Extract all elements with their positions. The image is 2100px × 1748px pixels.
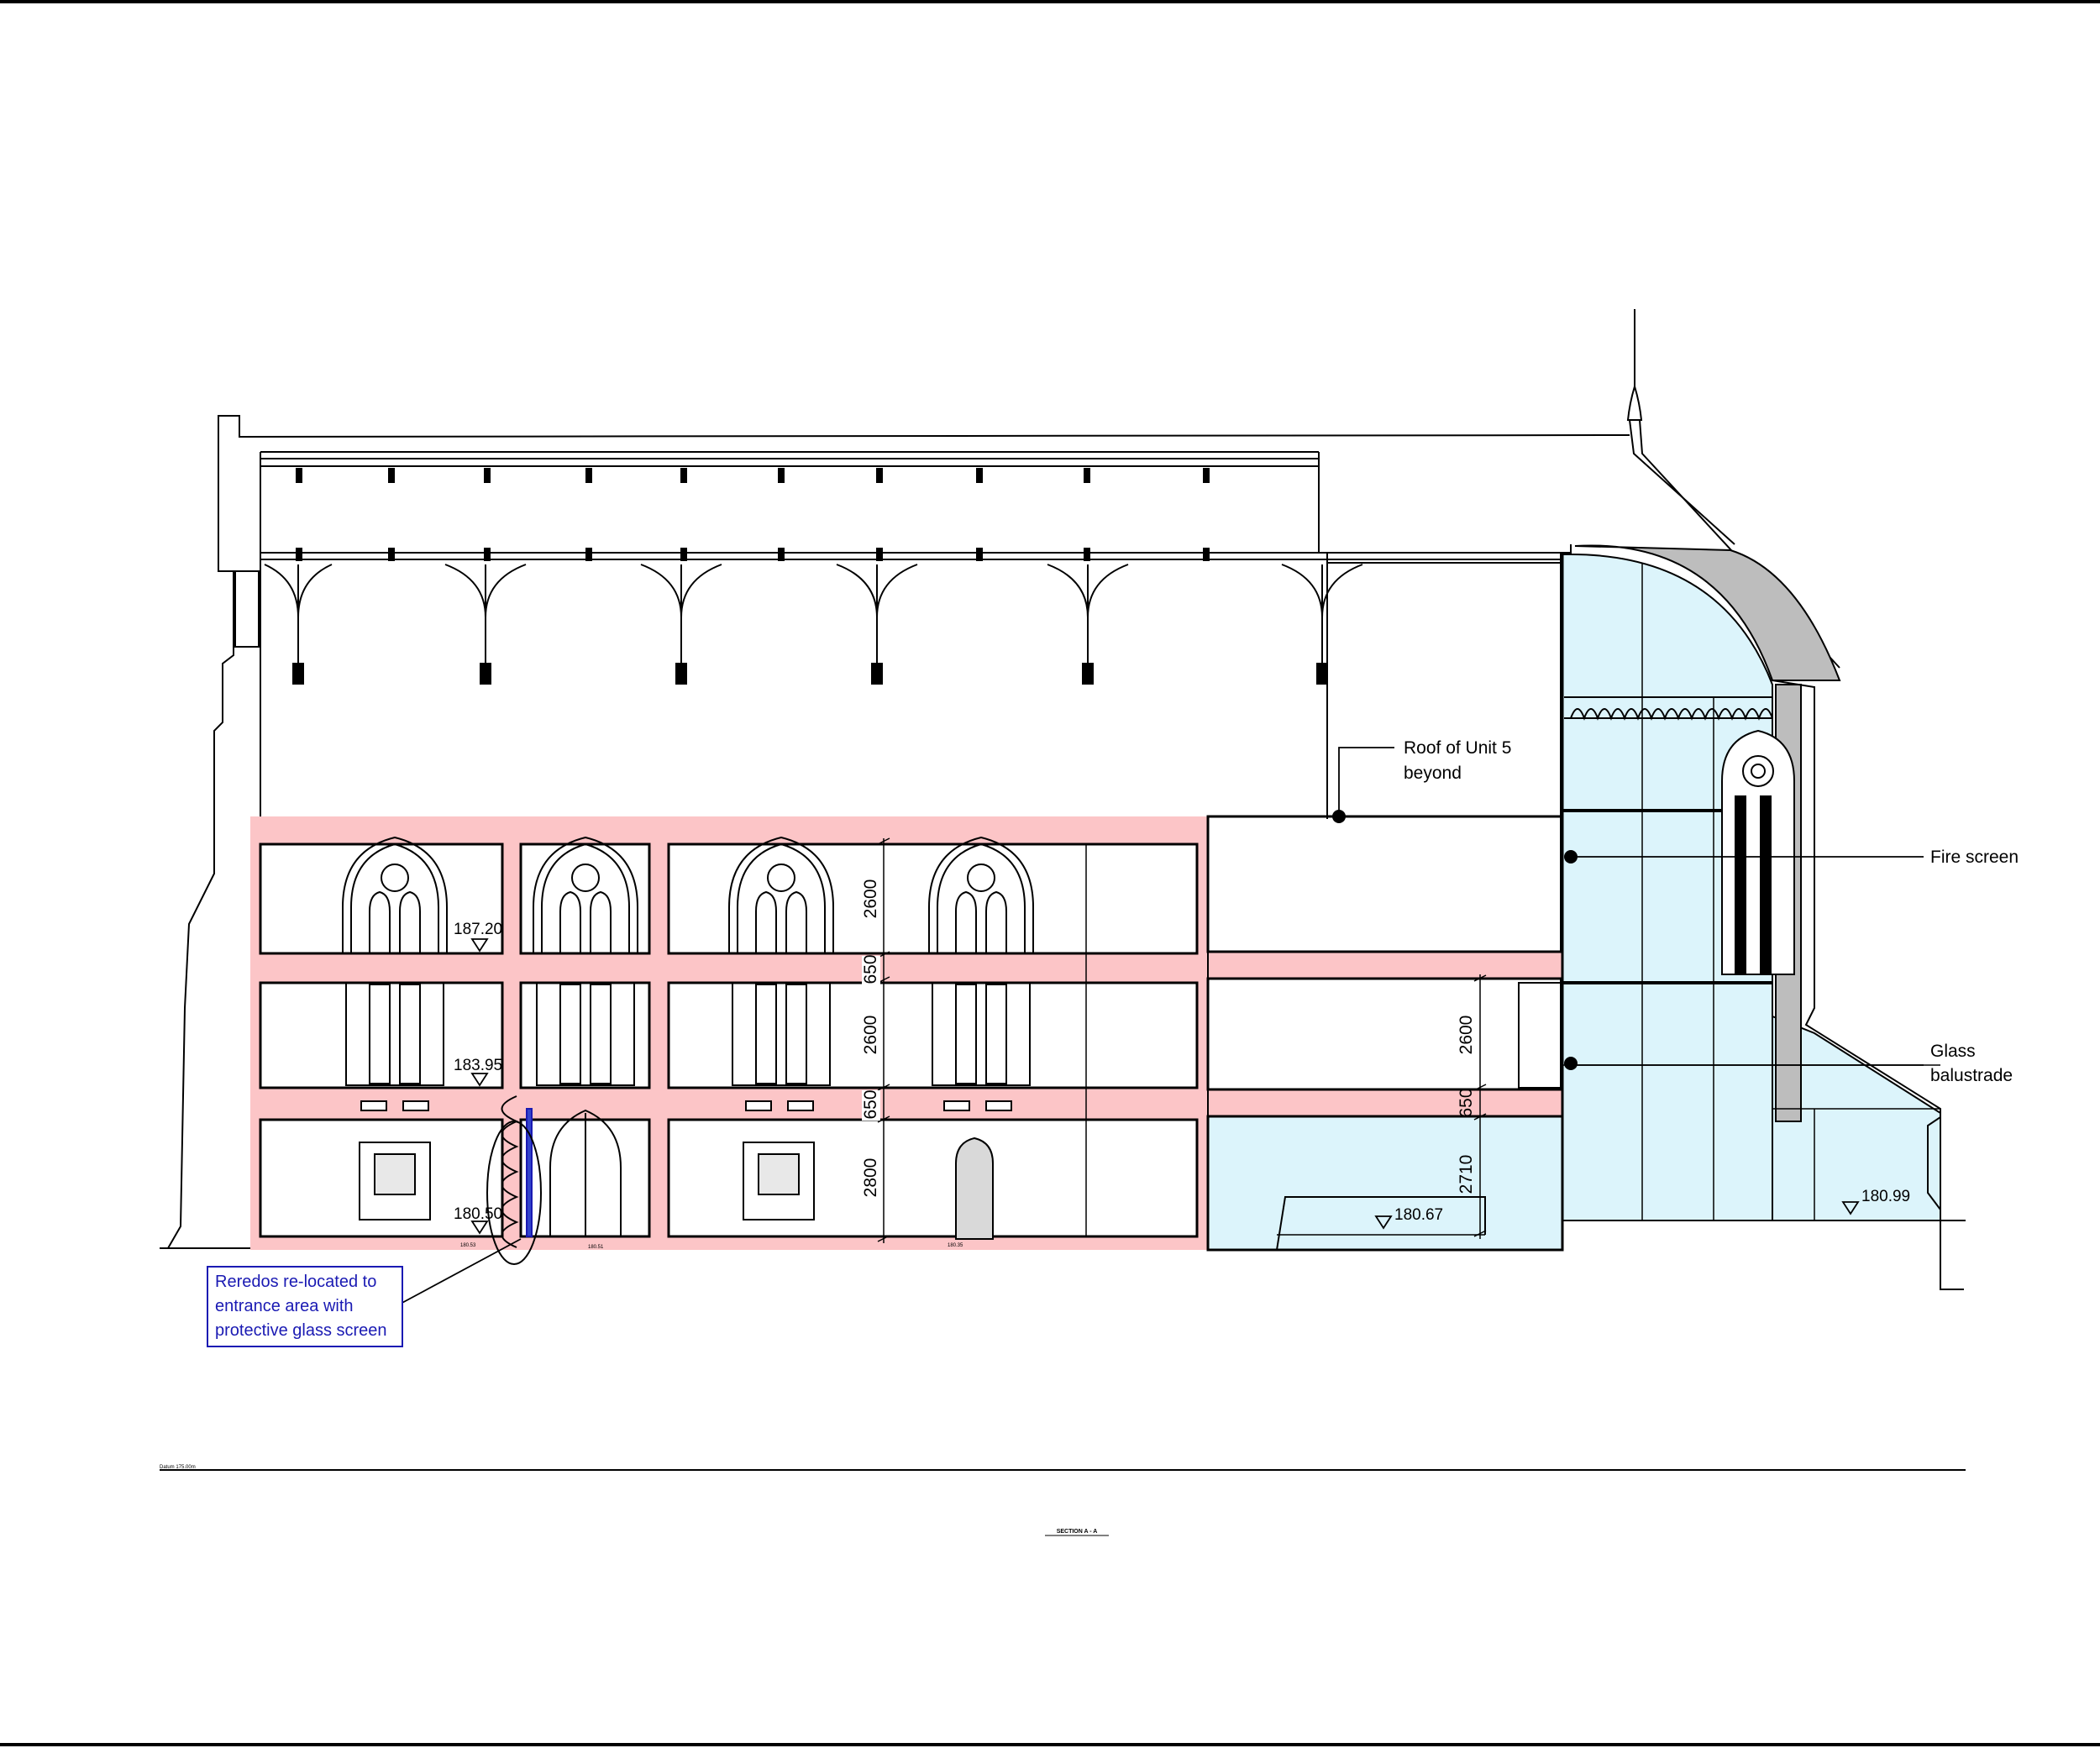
- label-roof-unit5-line2: beyond: [1404, 764, 1462, 783]
- roof-purlins: [296, 468, 1210, 561]
- roof-truss-4: [836, 564, 918, 685]
- dim-2710-right: 2710: [1457, 1155, 1476, 1194]
- dim-650-right: 650: [1457, 1088, 1476, 1117]
- roof-truss-3: [640, 564, 722, 685]
- window-middle-4: [932, 982, 1031, 1086]
- level-small-c: 180.35: [948, 1243, 963, 1248]
- section-title: SECTION A - A: [1057, 1529, 1098, 1535]
- ground-window-2: [743, 1142, 815, 1220]
- west-gable-outline: [160, 420, 260, 1249]
- dim-2800-ground: 2800: [861, 1158, 880, 1198]
- datum-label: Datum 175.00m: [160, 1465, 196, 1470]
- tower-gothic-window: [1721, 729, 1795, 975]
- roof-truss-2: [444, 564, 527, 685]
- dim-2600-right: 2600: [1457, 1016, 1476, 1055]
- level-180-50: 180.50: [454, 1205, 502, 1223]
- roof-truss-1: [264, 564, 333, 685]
- label-roof-unit5-line1: Roof of Unit 5: [1404, 738, 1511, 758]
- gothic-window-upper-1: [342, 836, 448, 953]
- ground-door-arched: [955, 1136, 994, 1240]
- label-glass-balustrade-line1: Glass: [1930, 1042, 1976, 1061]
- level-180-67: 180.67: [1394, 1206, 1443, 1224]
- level-small-b: 180.51: [588, 1245, 604, 1250]
- dim-2600-upper: 2600: [861, 879, 880, 919]
- label-glass-balustrade-line2: balustrade: [1930, 1066, 2013, 1085]
- slab-extension-right: [1206, 554, 1564, 1252]
- ground-window-1: [359, 1142, 431, 1220]
- level-187-20: 187.20: [454, 921, 502, 938]
- roof-truss-5: [1047, 564, 1129, 685]
- dim-650-upper: 650: [861, 954, 880, 984]
- section-drawing: 2600 650 2600 650 2800 2600 650 2710 187…: [0, 0, 2100, 1746]
- callout-roof-unit5: [1332, 747, 1394, 823]
- gothic-window-upper-3: [728, 836, 834, 953]
- level-small-a: 180.53: [460, 1243, 476, 1248]
- dim-2600-middle: 2600: [861, 1016, 880, 1055]
- label-reredos-line2: entrance area with: [215, 1297, 354, 1315]
- window-middle-2: [536, 982, 635, 1086]
- label-fire-screen: Fire screen: [1930, 848, 2019, 867]
- window-middle-3: [732, 982, 831, 1086]
- label-reredos-line3: protective glass screen: [215, 1321, 387, 1340]
- roof-truss-6: [1281, 564, 1363, 685]
- gothic-window-upper-2: [533, 836, 638, 953]
- main-hall-roof: [218, 415, 1630, 819]
- window-middle-1: [345, 982, 444, 1086]
- level-183-95: 183.95: [454, 1057, 502, 1074]
- entrance-arch: [526, 1108, 622, 1237]
- level-180-99: 180.99: [1861, 1188, 1910, 1205]
- gothic-window-upper-4: [928, 836, 1034, 953]
- label-reredos-line1: Reredos re-located to: [215, 1273, 376, 1291]
- dim-650-lower: 650: [861, 1089, 880, 1119]
